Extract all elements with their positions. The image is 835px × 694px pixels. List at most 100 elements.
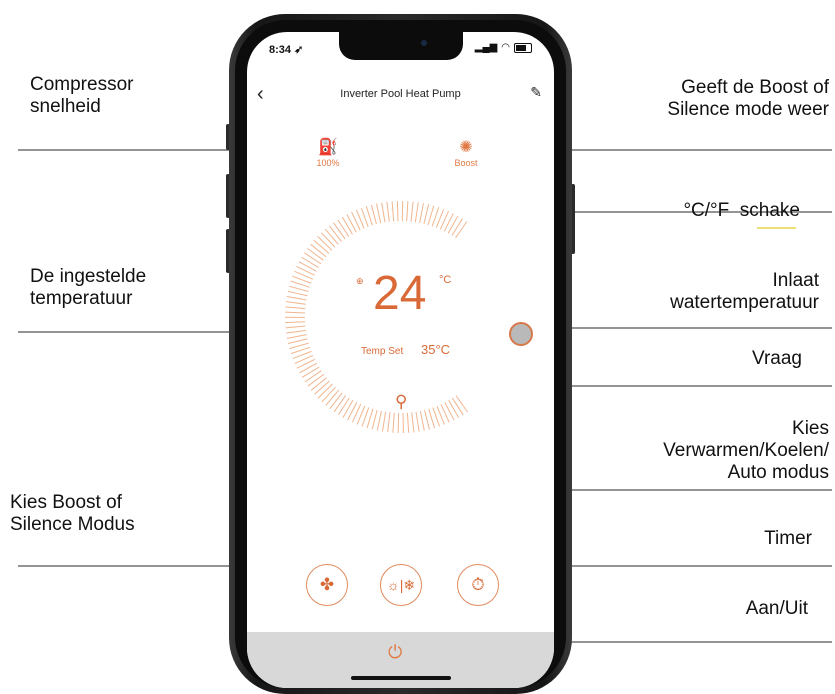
dial-tick (456, 396, 467, 412)
label-boost-display: Geeft de Boost ofSilence mode weer (667, 77, 829, 121)
dial-tick (393, 413, 394, 433)
dial-tick (429, 409, 435, 428)
dial-tick (338, 220, 349, 237)
label-set-temp: De ingesteldetemperatuur (30, 266, 146, 310)
dial-tick (416, 412, 419, 432)
home-indicator (351, 676, 451, 680)
dial-tick (407, 413, 408, 433)
dial-tick (308, 374, 324, 386)
dial-tick (318, 384, 332, 398)
dial-tick (289, 343, 308, 348)
dial-tick (372, 410, 377, 429)
dial-tick (392, 201, 394, 221)
dial-tick (449, 400, 459, 417)
fan-mode-icon: ✤ (320, 575, 334, 595)
dial-tick (415, 202, 418, 222)
heat-cool-button[interactable]: ☼|❄ (380, 564, 422, 606)
dial-tick (285, 322, 305, 323)
dial-tick (411, 202, 413, 222)
dial-tick (288, 339, 307, 344)
temp-set-label: Temp Set (361, 346, 403, 357)
heat-cool-icon: ☼|❄ (387, 577, 415, 594)
dial-tick (371, 205, 376, 224)
dial-tick (297, 359, 315, 368)
dial-tick (299, 363, 317, 373)
bottom-bar: ⏻ (247, 632, 554, 688)
phone-mockup: 8:34 ➶ ▂▄▆ ◠ ‹ Inverter Pool Heat Pump ✎… (229, 14, 572, 684)
dial-tick (367, 409, 373, 428)
dial-tick (382, 203, 385, 223)
dial-tick (339, 398, 350, 415)
dial-tick (287, 296, 307, 300)
dial-tick (397, 201, 398, 221)
dial-tick (424, 204, 429, 223)
dial-tick (285, 307, 305, 309)
label-timer: Timer (764, 528, 812, 550)
dial-tick (321, 233, 335, 248)
dial-tick (330, 393, 342, 409)
dial-tick (302, 257, 319, 267)
dial-tick (444, 213, 453, 231)
dial-tick (342, 217, 352, 234)
set-temperature-value: 24 (373, 266, 426, 321)
dial-tick (382, 412, 385, 432)
dial-tick (305, 371, 322, 382)
dial-tick (299, 262, 317, 272)
dial-tick (322, 387, 336, 402)
dial-tick (286, 330, 306, 333)
dial-tick (420, 203, 424, 223)
label-compressor: Compressorsnelheid (30, 74, 133, 118)
dial-tick (326, 390, 339, 405)
dial-tick (387, 202, 389, 222)
dial-tick (318, 236, 332, 250)
dial-tick (314, 240, 329, 253)
power-icon[interactable]: ⏻ (388, 642, 402, 663)
dial-tick (452, 219, 463, 236)
label-boost-select: Kies Boost ofSilence Modus (10, 492, 135, 536)
app-screen: 8:34 ➶ ▂▄▆ ◠ ‹ Inverter Pool Heat Pump ✎… (247, 32, 554, 688)
dial-tick (288, 291, 308, 295)
dial-tick (407, 201, 408, 221)
dial-knob[interactable] (509, 322, 533, 346)
dial-tick (334, 395, 346, 411)
timer-icon: ⏱ (471, 575, 484, 595)
inlet-temperature-value: 35°C (421, 342, 450, 357)
dial-tick (304, 253, 321, 264)
dial-tick (376, 204, 380, 224)
timer-button[interactable]: ⏱ (457, 564, 499, 606)
dial-tick (287, 335, 307, 339)
label-mode-select: KiesVerwarmen/Koelen/Auto modus (663, 418, 829, 484)
dial-tick (425, 410, 430, 429)
dial-tick (445, 402, 454, 420)
label-unit-switch: °C/°F schake (683, 200, 800, 222)
dial-tick (311, 244, 327, 257)
unit-toggle[interactable]: °C (439, 274, 451, 286)
inlet-arrow-icon: ⊕ (356, 276, 364, 287)
dial-tick (333, 223, 345, 239)
dial-tick (285, 312, 305, 313)
dial-tick (325, 229, 338, 244)
dial-tick (377, 411, 381, 431)
dial-tick (366, 206, 372, 225)
dial-tick (289, 286, 308, 291)
dial-tick (329, 226, 341, 242)
dial-tick (286, 326, 306, 328)
dial-tick (448, 216, 458, 233)
label-power: Aan/Uit (746, 598, 808, 620)
dial-tick (302, 367, 319, 377)
dial-tick (286, 302, 306, 305)
dial-tick (343, 400, 353, 417)
label-inlet-temp: Inlaatwatertemperatuur (670, 270, 819, 314)
dial-tick (452, 398, 463, 415)
label-query: Vraag (752, 348, 802, 370)
dial-tick (307, 248, 323, 260)
dial-tick (347, 214, 356, 232)
dial-tick (428, 206, 434, 225)
dial-tick (412, 412, 414, 432)
fan-mode-button[interactable]: ✤ (306, 564, 348, 606)
dial-tick (348, 402, 357, 420)
dial-tick (420, 411, 424, 431)
dial-tick (456, 222, 467, 238)
query-search-icon[interactable]: ⚲ (395, 392, 407, 412)
dial-tick (315, 381, 330, 394)
